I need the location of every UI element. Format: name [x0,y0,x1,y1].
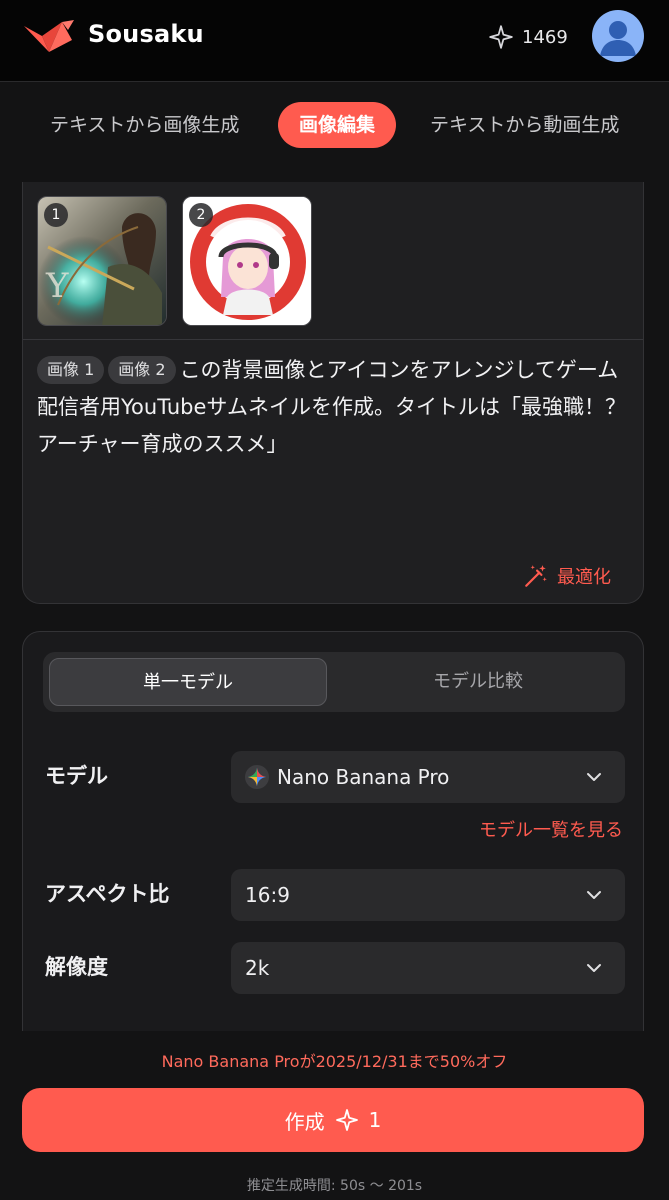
sparkle-icon [489,25,513,49]
prompt-textarea[interactable]: 画像 1 画像 2 この背景画像とアイコンをアレンジしてゲーム配信者用YouTube… [37,352,633,463]
tab-text-to-video[interactable]: テキストから動画生成 [430,102,619,148]
image-number-badge: 2 [189,203,213,227]
aspect-ratio-value: 16:9 [245,883,290,907]
person-icon [600,21,636,56]
optimize-label: 最適化 [557,567,611,588]
segment-single-model[interactable]: 単一モデル [49,658,327,706]
image-number-badge: 1 [44,203,68,227]
credits-count: 1469 [522,26,568,48]
image-chip-2[interactable]: 画像 2 [108,356,176,384]
create-cost: 1 [368,1108,382,1132]
user-avatar[interactable] [592,10,644,62]
svg-text:Y: Y [45,266,69,306]
app-title[interactable]: Sousaku [88,20,204,48]
mode-tabs: テキストから画像生成 画像編集 テキストから動画生成 [0,100,669,150]
model-select[interactable]: Nano Banana Pro [231,751,625,803]
model-label: モデル [45,764,108,788]
segment-model-compare[interactable]: モデル比較 [339,658,617,706]
magic-wand-icon [525,565,547,587]
tab-image-edit[interactable]: 画像編集 [278,102,396,148]
prompt-panel: 1 Y 2 画像 1 画像 2 この背景画像とアイコンをアレンジしてゲーム配信者… [22,182,644,604]
promo-banner: Nano Banana Proが2025/12/31まで50%オフ [161,1052,508,1071]
view-model-list-link[interactable]: モデル一覧を見る [479,816,623,842]
sparkle-icon [335,1109,358,1131]
settings-panel: 単一モデル モデル比較 モデル Nano Banana Pro モデル一覧を見る… [22,631,644,1031]
chevron-down-icon [587,773,601,781]
create-label: 作成 [284,1109,325,1134]
resolution-label: 解像度 [45,955,108,979]
model-mode-segmented-control: 単一モデル モデル比較 [43,652,625,712]
chevron-down-icon [587,891,601,899]
model-select-value: Nano Banana Pro [277,765,450,789]
credits-balance: 1469 [488,22,568,52]
aspect-ratio-label: アスペクト比 [45,882,170,906]
reference-image-1[interactable]: 1 Y [37,196,167,326]
optimize-button[interactable]: 最適化 [523,563,611,589]
chevron-down-icon [587,964,601,972]
resolution-select[interactable]: 2k [231,942,625,994]
aspect-ratio-select[interactable]: 16:9 [231,869,625,921]
gemini-model-icon [245,765,269,789]
tab-text-to-image[interactable]: テキストから画像生成 [50,102,239,148]
origami-crane-logo[interactable] [22,18,76,54]
resolution-value: 2k [245,956,270,980]
create-button[interactable]: 作成 1 [22,1088,644,1152]
reference-images-row: 1 Y 2 [23,182,643,340]
estimated-time: 推定生成時間: 50s 〜 201s [246,1178,423,1194]
reference-image-2[interactable]: 2 [182,196,312,326]
top-header: Sousaku 1469 [0,0,669,82]
image-chip-1[interactable]: 画像 1 [37,356,105,384]
